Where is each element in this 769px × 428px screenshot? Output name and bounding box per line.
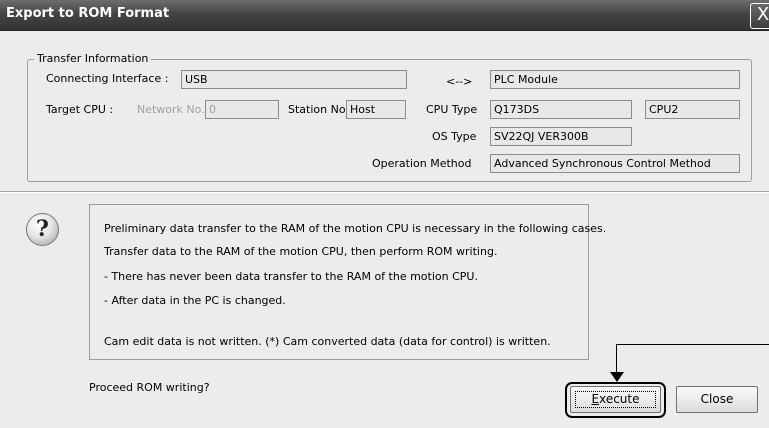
message-line-3: - There has never been data transfer to … xyxy=(104,270,478,283)
callout-line-vertical xyxy=(616,344,617,374)
message-line-4: - After data in the PC is changed. xyxy=(104,294,286,307)
close-window-icon[interactable]: X xyxy=(750,3,769,29)
connecting-interface-label: Connecting Interface : xyxy=(46,72,169,85)
cpu-type-field: Q173DS xyxy=(490,100,632,119)
os-type-label: OS Type xyxy=(432,130,477,143)
network-no-label: Network No. xyxy=(137,103,205,116)
proceed-prompt: Proceed ROM writing? xyxy=(89,381,210,394)
callout-line-horizontal xyxy=(616,344,769,345)
cpu-slot-field: CPU2 xyxy=(645,100,740,119)
operation-method-label: Operation Method xyxy=(372,157,472,170)
os-type-field: SV22QJ VER300B xyxy=(490,127,632,146)
transfer-information-legend: Transfer Information xyxy=(34,52,152,65)
message-line-1: Preliminary data transfer to the RAM of … xyxy=(104,222,607,235)
execute-highlight-frame xyxy=(565,382,666,418)
message-box: Preliminary data transfer to the RAM of … xyxy=(89,204,606,360)
close-button[interactable]: Close xyxy=(676,386,758,413)
export-to-rom-dialog: Export to ROM Format X Transfer Informat… xyxy=(0,0,769,428)
question-icon: ? xyxy=(26,213,59,246)
cpu-type-label: CPU Type xyxy=(426,103,478,116)
target-cpu-label: Target CPU : xyxy=(46,103,114,116)
operation-method-field: Advanced Synchronous Control Method xyxy=(490,154,740,173)
network-no-field: 0 xyxy=(205,100,279,119)
window-title: Export to ROM Format xyxy=(6,6,170,21)
connection-arrow: <--> xyxy=(446,75,473,88)
station-no-field: Host xyxy=(346,100,406,119)
plc-module-field: PLC Module xyxy=(490,70,740,89)
title-bar[interactable]: Export to ROM Format X xyxy=(0,0,769,31)
connecting-interface-field: USB xyxy=(181,70,407,89)
message-line-5: Cam edit data is not written. (*) Cam co… xyxy=(104,335,551,348)
message-line-2: Transfer data to the RAM of the motion C… xyxy=(104,245,498,258)
section-divider-highlight xyxy=(0,192,769,193)
station-no-label: Station No. xyxy=(288,103,349,116)
callout-arrowhead xyxy=(610,372,624,382)
